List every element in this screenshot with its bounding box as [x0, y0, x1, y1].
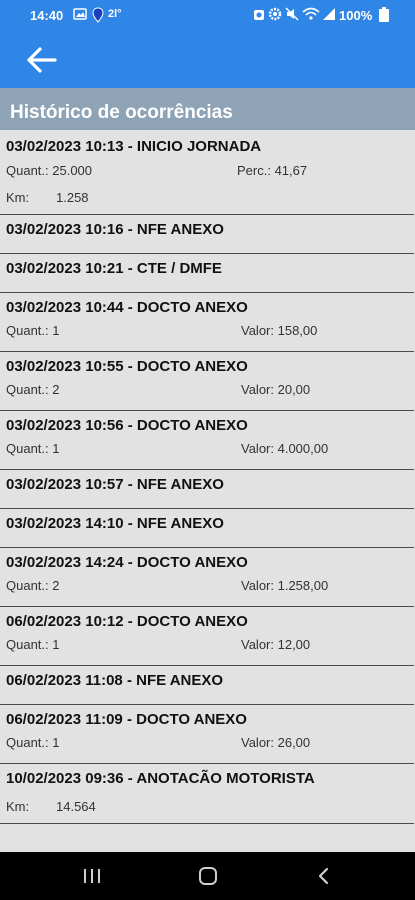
occurrence-title: 03/02/2023 14:10 - NFE ANEXO [6, 515, 224, 532]
list-item[interactable]: 03/02/2023 14:24 - DOCTO ANEXO Quant.: 2… [0, 548, 414, 607]
occurrence-list[interactable]: 03/02/2023 10:13 - INICIO JORNADA Quant.… [0, 130, 415, 824]
temperature: 2l° [108, 8, 122, 20]
occurrence-title: 03/02/2023 10:16 - NFE ANEXO [6, 221, 224, 238]
list-item[interactable]: 03/02/2023 10:57 - NFE ANEXO [0, 470, 414, 509]
occurrence-title: 06/02/2023 11:08 - NFE ANEXO [6, 672, 224, 689]
quantity-text: Quant.: 25.000 [6, 163, 93, 178]
value-text: Valor: 1.258,00 [241, 578, 329, 593]
list-item[interactable]: 10/02/2023 09:36 - ANOTACÃO MOTORISTA Km… [0, 764, 414, 824]
arrow-left-icon [27, 47, 57, 73]
status-time: 14:40 [30, 8, 64, 23]
back-button[interactable] [22, 43, 62, 77]
list-item[interactable]: 03/02/2023 10:16 - NFE ANEXO [0, 215, 414, 254]
recent-apps-button[interactable] [72, 862, 112, 890]
occurrence-title: 03/02/2023 10:21 - CTE / DMFE [6, 260, 222, 277]
back-icon [318, 867, 329, 885]
list-item[interactable]: 03/02/2023 14:10 - NFE ANEXO [0, 509, 414, 548]
wifi-icon [302, 7, 320, 20]
list-item[interactable]: 06/02/2023 11:08 - NFE ANEXO [0, 666, 414, 705]
home-button[interactable] [188, 862, 228, 890]
list-item[interactable]: 03/02/2023 10:44 - DOCTO ANEXO Quant.: 1… [0, 293, 414, 352]
alarm-icon [254, 10, 264, 20]
image-icon [73, 8, 87, 20]
section-header: Histórico de ocorrências [0, 88, 415, 130]
recent-apps-icon [84, 869, 100, 883]
list-item[interactable]: 06/02/2023 11:09 - DOCTO ANEXO Quant.: 1… [0, 705, 414, 764]
battery-icon [379, 7, 389, 22]
quantity-text: Quant.: 1 [6, 323, 60, 338]
list-item[interactable]: 06/02/2023 10:12 - DOCTO ANEXO Quant.: 1… [0, 607, 414, 666]
system-back-button[interactable] [303, 862, 343, 890]
value-text: Valor: 26,00 [241, 735, 311, 750]
occurrence-title: 03/02/2023 10:57 - NFE ANEXO [6, 476, 224, 493]
occurrence-title: 06/02/2023 10:12 - DOCTO ANEXO [6, 613, 248, 630]
quantity-text: Quant.: 2 [6, 382, 60, 397]
settings-icon [268, 7, 282, 21]
km-label: Km: [6, 190, 30, 205]
value-text: Valor: 12,00 [241, 637, 311, 652]
quantity-text: Quant.: 1 [6, 441, 60, 456]
list-item[interactable]: 03/02/2023 10:13 - INICIO JORNADA Quant.… [0, 130, 414, 215]
app-bar [0, 31, 415, 88]
occurrence-title: 03/02/2023 10:13 - INICIO JORNADA [6, 138, 262, 155]
percentage-text: Perc.: 41,67 [237, 163, 308, 178]
value-text: Valor: 4.000,00 [241, 441, 329, 456]
occurrence-title: 03/02/2023 10:56 - DOCTO ANEXO [6, 417, 248, 434]
signal-icon [323, 8, 335, 20]
list-item[interactable]: 03/02/2023 10:55 - DOCTO ANEXO Quant.: 2… [0, 352, 414, 411]
home-icon [199, 867, 217, 885]
km-value: 14.564 [56, 799, 96, 814]
mute-icon [285, 7, 299, 21]
page-title: Histórico de ocorrências [10, 102, 233, 123]
status-bar: 14:40 2l° 100% [0, 0, 415, 31]
list-item[interactable]: 03/02/2023 10:21 - CTE / DMFE [0, 254, 414, 293]
quantity-text: Quant.: 2 [6, 578, 60, 593]
quantity-text: Quant.: 1 [6, 735, 60, 750]
occurrence-title: 03/02/2023 14:24 - DOCTO ANEXO [6, 554, 248, 571]
system-nav-bar [0, 852, 415, 900]
battery-level: 100% [339, 8, 373, 23]
quantity-text: Quant.: 1 [6, 637, 60, 652]
value-text: Valor: 158,00 [241, 323, 318, 338]
list-item[interactable]: 03/02/2023 10:56 - DOCTO ANEXO Quant.: 1… [0, 411, 414, 470]
occurrence-title: 03/02/2023 10:44 - DOCTO ANEXO [6, 299, 248, 316]
occurrence-title: 03/02/2023 10:55 - DOCTO ANEXO [6, 358, 248, 375]
occurrence-title: 06/02/2023 11:09 - DOCTO ANEXO [6, 711, 247, 728]
location-icon [92, 7, 104, 23]
occurrence-title: 10/02/2023 09:36 - ANOTACÃO MOTORISTA [6, 770, 315, 787]
km-value: 1.258 [56, 190, 89, 205]
km-label: Km: [6, 799, 30, 814]
value-text: Valor: 20,00 [241, 382, 311, 397]
